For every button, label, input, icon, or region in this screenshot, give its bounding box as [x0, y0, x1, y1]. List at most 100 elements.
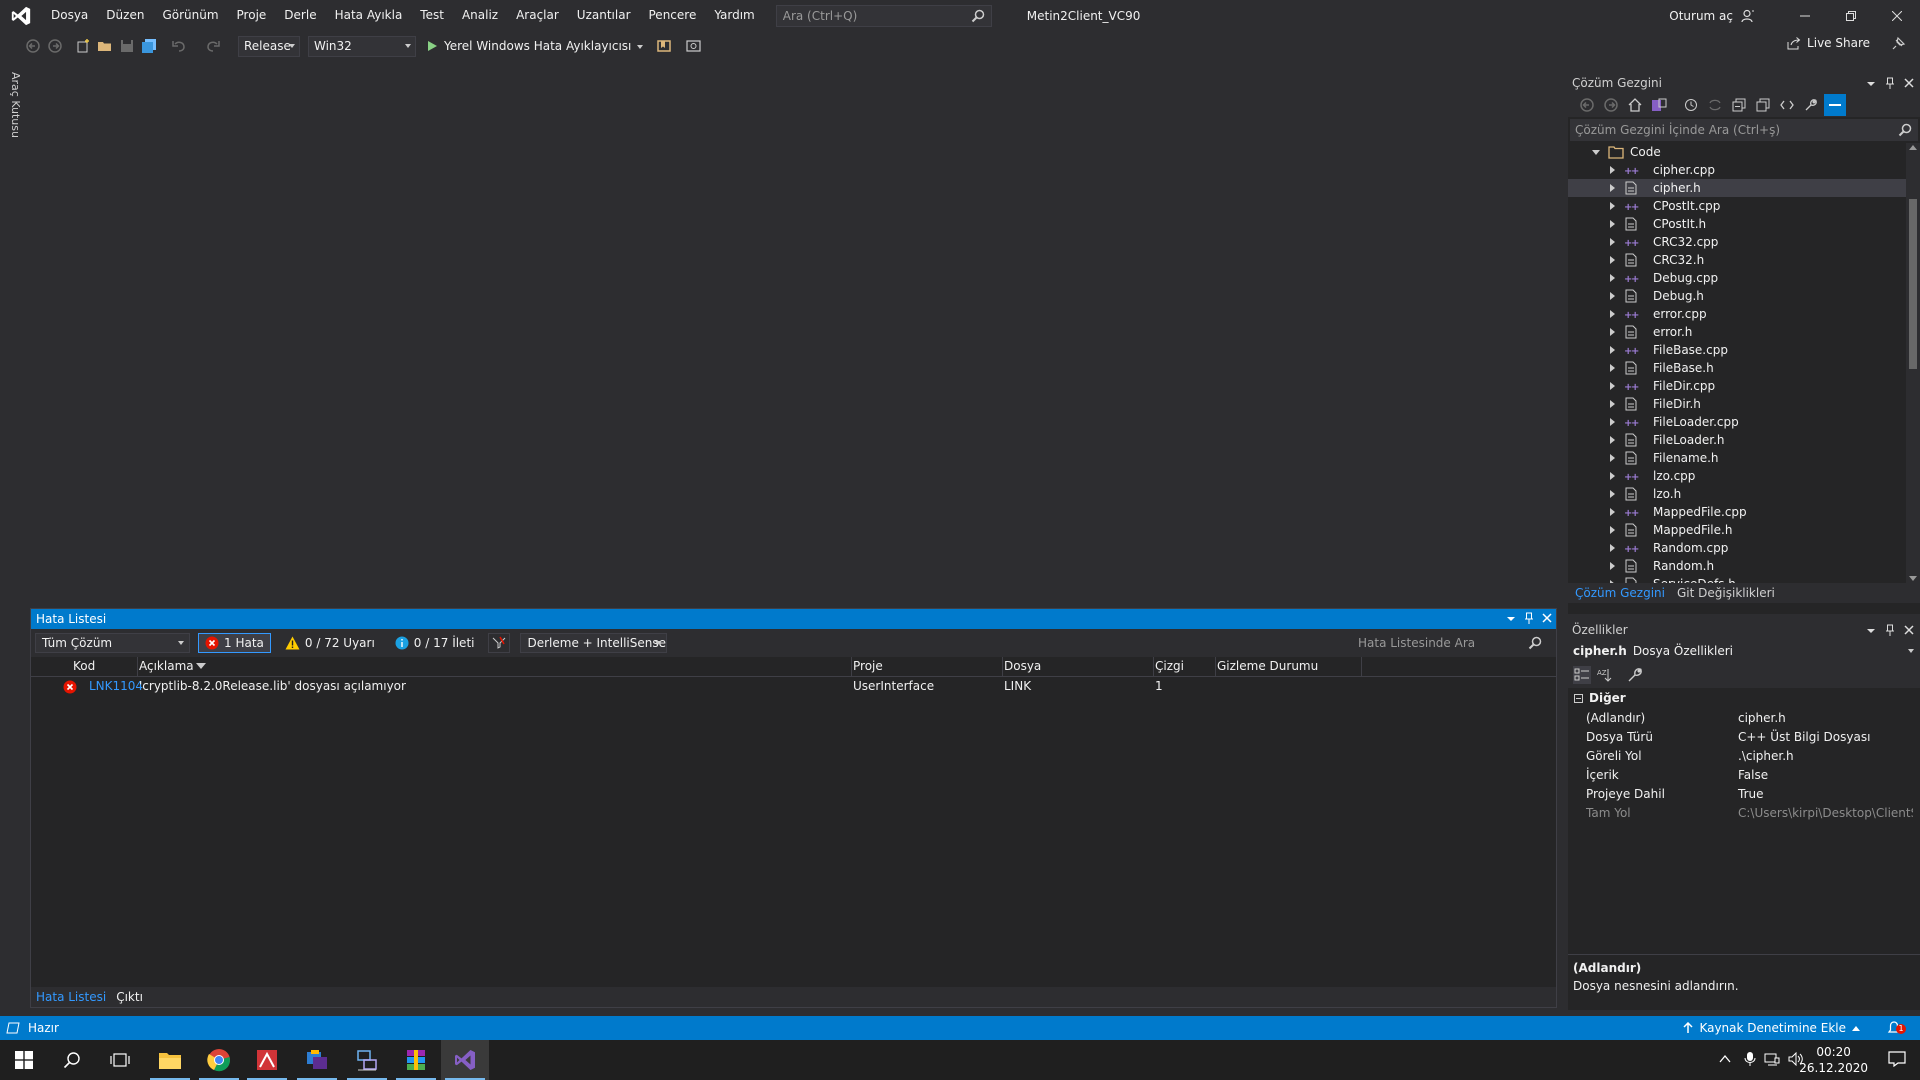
tab-error-list[interactable]: Hata Listesi — [31, 990, 111, 1004]
tree-item[interactable]: + + FileBase.cpp — [1568, 341, 1920, 359]
menu-help[interactable]: Yardım — [705, 0, 763, 31]
open-file-button[interactable] — [94, 35, 116, 57]
taskbar-clock[interactable]: 00:20 26.12.2020 — [1799, 1044, 1868, 1076]
close-icon[interactable] — [1542, 611, 1552, 625]
tree-item[interactable]: FileBase.h — [1568, 359, 1920, 377]
tree-folder-code[interactable]: Code — [1568, 143, 1920, 161]
tree-item[interactable]: Debug.h — [1568, 287, 1920, 305]
signin-button[interactable]: Oturum aç — [1669, 0, 1755, 31]
properties-header[interactable]: Özellikler — [1568, 620, 1920, 640]
taskbar-search-button[interactable] — [48, 1040, 96, 1080]
property-row[interactable]: Projeye Dahil True — [1568, 784, 1920, 803]
app-taskbar-button[interactable] — [243, 1040, 291, 1080]
minimize-button[interactable] — [1782, 0, 1828, 31]
collapsed-arrow-icon[interactable] — [1610, 202, 1615, 210]
solution-explorer-search-input[interactable]: Çözüm Gezgini İçinde Ara (Ctrl+ş) — [1570, 119, 1918, 141]
collapsed-arrow-icon[interactable] — [1610, 274, 1615, 282]
app-taskbar-button[interactable] — [343, 1040, 391, 1080]
property-value[interactable]: cipher.h — [1738, 711, 1786, 725]
tree-item[interactable]: FileLoader.h — [1568, 431, 1920, 449]
property-row[interactable]: (Adlandır) cipher.h — [1568, 708, 1920, 727]
property-value[interactable]: False — [1738, 768, 1768, 782]
build-intellisense-select[interactable]: Derleme + IntelliSense — [520, 633, 668, 653]
collapsed-arrow-icon[interactable] — [1610, 382, 1615, 390]
panel-options-icon[interactable] — [1866, 76, 1876, 90]
microphone-button[interactable] — [1744, 1051, 1756, 1067]
tree-item[interactable]: cipher.h — [1568, 179, 1920, 197]
collapsed-arrow-icon[interactable] — [1610, 454, 1615, 462]
collapsed-arrow-icon[interactable] — [1610, 436, 1615, 444]
column-description[interactable]: Açıklama — [139, 659, 194, 673]
tree-item[interactable]: + + MappedFile.cpp — [1568, 503, 1920, 521]
collapse-icon[interactable] — [1574, 693, 1583, 703]
property-value[interactable]: True — [1738, 787, 1764, 801]
error-list-header[interactable]: Hata Listesi — [31, 609, 1556, 629]
tree-item[interactable]: + + error.cpp — [1568, 305, 1920, 323]
winrar-taskbar-button[interactable] — [392, 1040, 440, 1080]
properties-button[interactable] — [1800, 94, 1822, 116]
categorized-button[interactable] — [1573, 666, 1591, 684]
undo-button[interactable] — [168, 35, 190, 57]
column-code[interactable]: Kod — [73, 659, 95, 673]
properties-object-select[interactable]: cipher.h Dosya Özellikleri — [1568, 640, 1920, 662]
expanded-arrow-icon[interactable] — [1592, 150, 1600, 155]
collapsed-arrow-icon[interactable] — [1610, 328, 1615, 336]
collapsed-arrow-icon[interactable] — [1610, 292, 1615, 300]
error-row[interactable]: LNK1104 'cryptlib-8.2.0Release.lib' dosy… — [31, 677, 1556, 697]
panel-options-icon[interactable] — [1506, 611, 1516, 625]
collapsed-arrow-icon[interactable] — [1610, 184, 1615, 192]
toolbox-tab[interactable]: Araç Kutusu — [9, 72, 22, 138]
tree-item[interactable]: + + cipher.cpp — [1568, 161, 1920, 179]
collapsed-arrow-icon[interactable] — [1610, 238, 1615, 246]
tree-item[interactable]: FileDir.h — [1568, 395, 1920, 413]
show-all-files-button[interactable] — [1752, 94, 1774, 116]
live-share-button[interactable]: Live Share — [1787, 36, 1870, 50]
save-button[interactable] — [116, 35, 138, 57]
collapsed-arrow-icon[interactable] — [1610, 472, 1615, 480]
tree-item[interactable]: Random.h — [1568, 557, 1920, 575]
home-button[interactable] — [1624, 94, 1646, 116]
filter-toggle-button[interactable] — [488, 633, 511, 653]
column-file[interactable]: Dosya — [1004, 659, 1041, 673]
back-button[interactable] — [1576, 94, 1598, 116]
menu-view[interactable]: Görünüm — [153, 0, 227, 31]
collapsed-arrow-icon[interactable] — [1610, 526, 1615, 534]
pin-icon[interactable] — [1524, 611, 1534, 625]
tree-item[interactable]: + + Debug.cpp — [1568, 269, 1920, 287]
close-icon[interactable] — [1904, 623, 1914, 637]
visual-studio-logo-icon[interactable] — [0, 0, 42, 31]
tree-item[interactable]: lzo.h — [1568, 485, 1920, 503]
warnings-filter-button[interactable]: 0 / 72 Uyarı — [279, 633, 381, 653]
menu-project[interactable]: Proje — [228, 0, 276, 31]
solution-explorer-header[interactable]: Çözüm Gezgini — [1568, 73, 1920, 93]
tree-item[interactable]: ServiceDefs.h — [1568, 575, 1920, 583]
error-code-link[interactable]: LNK1104 — [89, 679, 143, 693]
property-value[interactable]: .\cipher.h — [1738, 749, 1794, 763]
sync-button[interactable] — [1704, 94, 1726, 116]
new-project-button[interactable] — [72, 35, 94, 57]
alphabetical-button[interactable]: AZ — [1597, 667, 1613, 683]
restore-button[interactable] — [1828, 0, 1874, 31]
pin-icon[interactable] — [1885, 623, 1895, 637]
browser-link-button[interactable] — [653, 35, 675, 57]
tree-item[interactable]: CRC32.h — [1568, 251, 1920, 269]
file-explorer-taskbar-button[interactable] — [146, 1040, 194, 1080]
collapsed-arrow-icon[interactable] — [1610, 562, 1615, 570]
global-search-input[interactable]: Ara (Ctrl+Q) — [775, 4, 992, 27]
tree-item[interactable]: MappedFile.h — [1568, 521, 1920, 539]
close-icon[interactable] — [1904, 76, 1914, 90]
property-row[interactable]: Göreli Yol .\cipher.h — [1568, 746, 1920, 765]
scrollbar-thumb[interactable] — [1909, 199, 1917, 369]
collapsed-arrow-icon[interactable] — [1610, 508, 1615, 516]
collapsed-arrow-icon[interactable] — [1610, 310, 1615, 318]
tree-item[interactable]: + + lzo.cpp — [1568, 467, 1920, 485]
platform-select[interactable]: Win32 — [308, 35, 416, 57]
back-button[interactable] — [22, 35, 44, 57]
menu-debug[interactable]: Hata Ayıkla — [326, 0, 412, 31]
menu-test[interactable]: Test — [411, 0, 453, 31]
collapsed-arrow-icon[interactable] — [1610, 490, 1615, 498]
property-category[interactable]: Diğer — [1568, 688, 1920, 708]
switch-views-button[interactable] — [1648, 94, 1670, 116]
tree-item[interactable]: + + Random.cpp — [1568, 539, 1920, 557]
forward-button[interactable] — [1600, 94, 1622, 116]
